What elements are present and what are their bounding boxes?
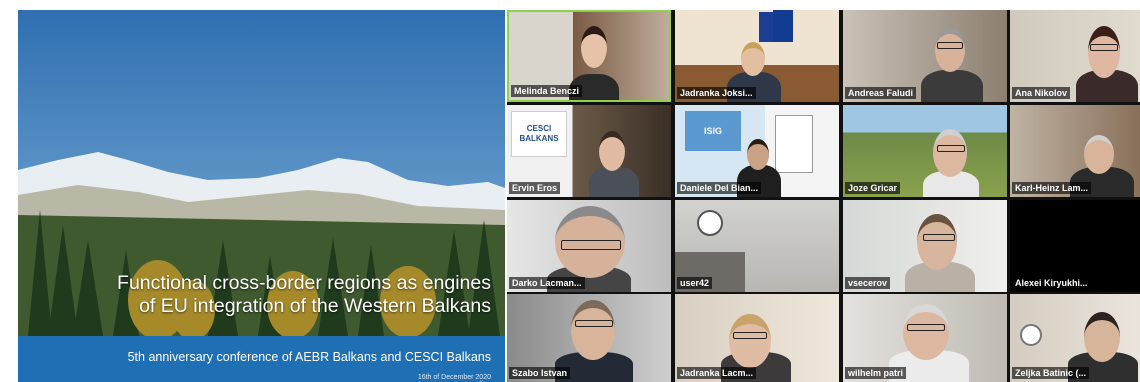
- cesci-logo: CESCI BALKANS: [511, 111, 567, 157]
- participant-name: Karl-Heinz Lam...: [1012, 182, 1092, 194]
- participant-name: Darko Lacman...: [509, 277, 585, 289]
- video-tile-15[interactable]: wilhelm patri: [843, 294, 1007, 382]
- video-tile-1[interactable]: Melinda Benczi: [507, 10, 671, 102]
- participant-name: Jadranka Lacm...: [677, 367, 757, 379]
- slide-title-line-2: of EU integration of the Western Balkans: [139, 295, 491, 317]
- video-tile-13[interactable]: Szabo Istvan: [507, 294, 671, 382]
- video-tile-3[interactable]: Andreas Faludi: [843, 10, 1007, 102]
- slide-title-line-1: Functional cross-border regions as engin…: [117, 272, 491, 294]
- video-tile-7[interactable]: Joze Gricar: [843, 105, 1007, 197]
- slide-title: Functional cross-border regions as engin…: [21, 272, 491, 318]
- video-tile-14[interactable]: Jadranka Lacm...: [675, 294, 839, 382]
- slide-subtitle: 5th anniversary conference of AEBR Balka…: [127, 350, 491, 364]
- video-tile-6[interactable]: ISIG Daniele Del Bian...: [675, 105, 839, 197]
- participant-name: wilhelm patri: [845, 367, 907, 379]
- shared-slide: Functional cross-border regions as engin…: [18, 10, 505, 382]
- video-tile-5[interactable]: CESCI BALKANS Ervin Eros: [507, 105, 671, 197]
- video-tile-8[interactable]: Karl-Heinz Lam...: [1010, 105, 1140, 197]
- video-gallery: Melinda Benczi Jadranka Joksi... Andreas…: [507, 10, 1140, 382]
- participant-name: Andreas Faludi: [845, 87, 917, 99]
- participant-name: Szabo Istvan: [509, 367, 571, 379]
- participant-name: Daniele Del Bian...: [677, 182, 762, 194]
- video-tile-10[interactable]: user42: [675, 200, 839, 292]
- video-tile-9[interactable]: Darko Lacman...: [507, 200, 671, 292]
- video-tile-4[interactable]: Ana Nikolov: [1010, 10, 1140, 102]
- participant-name: Melinda Benczi: [511, 85, 583, 97]
- participant-name: vsecerov: [845, 277, 891, 289]
- wall-clock-icon: [1020, 324, 1042, 346]
- poster: [775, 115, 813, 173]
- video-tile-11[interactable]: vsecerov: [843, 200, 1007, 292]
- video-tile-16[interactable]: Zeljka Batinic (...: [1010, 294, 1140, 382]
- participant-name: Joze Gricar: [845, 182, 901, 194]
- video-tile-2[interactable]: Jadranka Joksi...: [675, 10, 839, 102]
- clock-icon: [697, 210, 723, 236]
- isig-logo: ISIG: [685, 111, 741, 151]
- slide-date-text: 16th of December 2020: [417, 374, 491, 381]
- participant-name: user42: [677, 277, 713, 289]
- eu-flag-icon: [773, 10, 793, 42]
- mountain-landscape: [18, 10, 505, 382]
- slide-date: 16th of December 2020 online: [418, 374, 491, 382]
- video-tile-12[interactable]: Alexei Kiryukhi...: [1010, 200, 1140, 292]
- participant-name: Alexei Kiryukhi...: [1012, 277, 1091, 289]
- participant-name: Jadranka Joksi...: [677, 87, 756, 99]
- flag-icon: [759, 12, 773, 42]
- participant-name: Ana Nikolov: [1012, 87, 1071, 99]
- participant-name: Zeljka Batinic (...: [1012, 367, 1090, 379]
- participant-name: Ervin Eros: [509, 182, 561, 194]
